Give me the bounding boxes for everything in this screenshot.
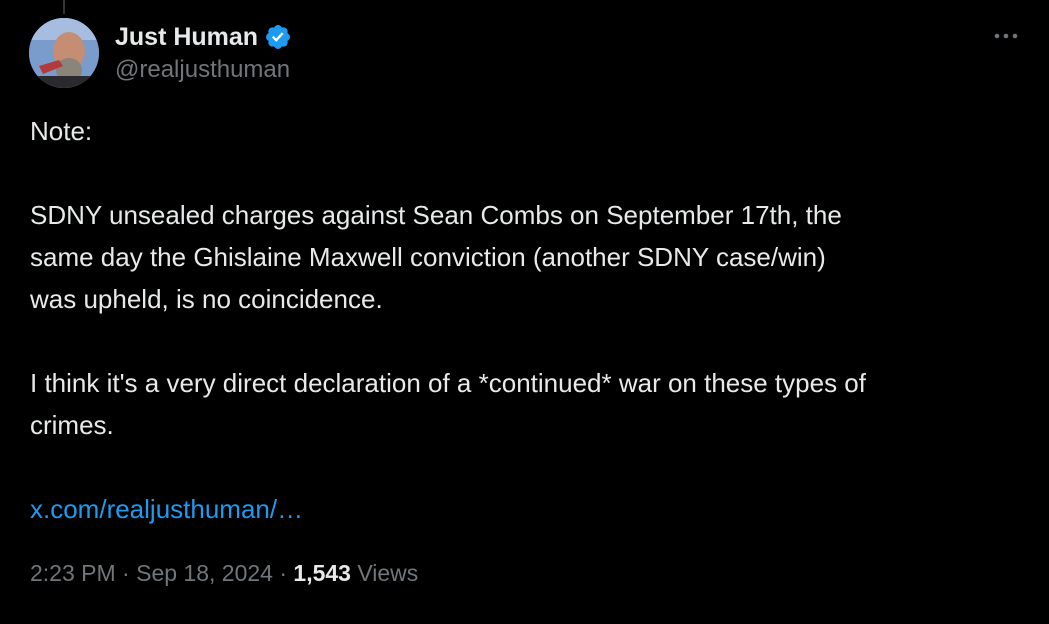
tweet-paragraph: Note: — [30, 116, 93, 146]
meta-separator: · — [279, 560, 288, 586]
more-options-icon[interactable] — [991, 26, 1021, 46]
author-block: Just Human @realjusthuman — [115, 20, 292, 84]
author-handle[interactable]: @realjusthuman — [115, 56, 292, 84]
avatar-image — [29, 18, 99, 88]
tweet-meta: 2:23 PM · Sep 18, 2024 · 1,543 Views — [30, 560, 418, 587]
views-count: 1,543 — [293, 560, 351, 586]
author-display-name[interactable]: Just Human — [115, 23, 258, 52]
tweet-time[interactable]: 2:23 PM — [30, 560, 116, 586]
tweet-paragraph: I think it's a very direct declaration o… — [30, 368, 866, 440]
verified-badge-icon[interactable] — [264, 23, 292, 51]
thread-connector-line — [63, 0, 65, 14]
avatar[interactable] — [29, 18, 99, 88]
tweet-link[interactable]: x.com/realjusthuman/… — [30, 494, 303, 524]
meta-separator: · — [122, 560, 130, 586]
author-name-row: Just Human — [115, 20, 292, 54]
tweet-date[interactable]: Sep 18, 2024 — [136, 560, 273, 586]
tweet-paragraph: SDNY unsealed charges against Sean Combs… — [30, 200, 842, 314]
tweet-body: Note: SDNY unsealed charges against Sean… — [30, 110, 1030, 530]
views-label: Views — [357, 560, 419, 586]
